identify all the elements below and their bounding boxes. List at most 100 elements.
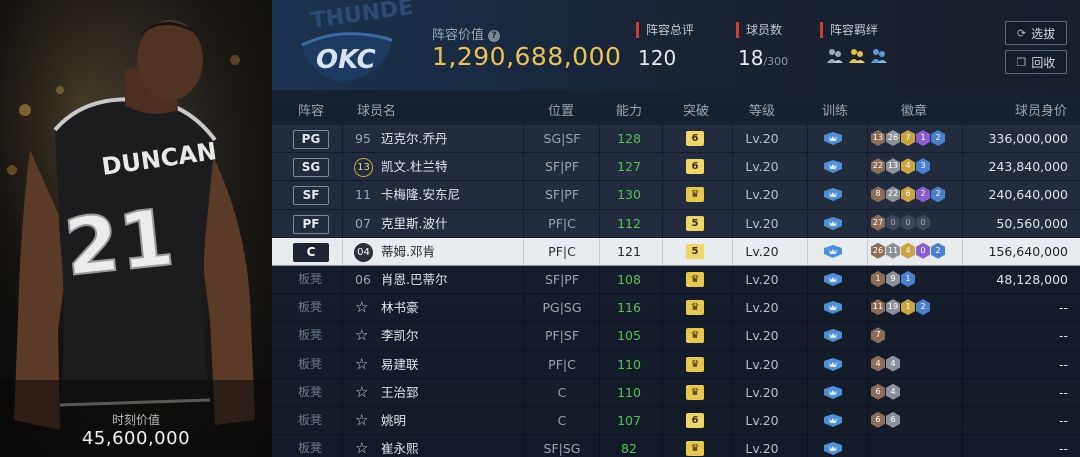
training-icon[interactable]	[823, 357, 843, 371]
table-row[interactable]: 板凳 ☆ 王治郅 C 110 ♛ Lv.20 6 4 --	[272, 378, 1080, 407]
player-name[interactable]: 姚明	[381, 407, 406, 434]
player-position: SG|SF	[543, 131, 581, 146]
training-icon[interactable]	[823, 216, 843, 230]
player-name[interactable]: 易建联	[381, 351, 419, 378]
col-level[interactable]: 等级	[749, 100, 775, 119]
player-name[interactable]: 蒂姆.邓肯	[381, 238, 435, 265]
breakout-level[interactable]: 6	[686, 131, 704, 146]
table-row[interactable]: 板凳 ☆ 崔永熙 SF|SG 82 ♛ Lv.20 --	[272, 435, 1080, 457]
breakout-level[interactable]: 5	[686, 243, 704, 259]
training-icon[interactable]	[823, 272, 843, 286]
table-row[interactable]: C 04 蒂姆.邓肯 PF|C 121 5 Lv.20 26 11 4 0 2 156,640,000	[272, 237, 1080, 266]
draft-button[interactable]: ⟳ 选拔	[1005, 21, 1067, 45]
col-badges[interactable]: 徽章	[901, 100, 927, 119]
column-divider	[732, 294, 733, 322]
badge-group[interactable]: 7	[871, 327, 885, 344]
table-row[interactable]: SG 13 凯文.杜兰特 SF|PF 127 6 Lv.20 22 13 4 3 243,840,00…	[272, 153, 1080, 182]
crown-icon[interactable]: ♛	[686, 356, 704, 372]
table-row[interactable]: SF 11 卡梅隆.安东尼 SF|PF 130 ♛ Lv.20 8 22 6 2 2 240,640,0…	[272, 181, 1080, 210]
jersey-number: 04	[354, 242, 373, 262]
crown-icon[interactable]: ♛	[686, 187, 704, 203]
player-name[interactable]: 王治郅	[381, 379, 419, 406]
player-name[interactable]: 李凯尔	[381, 322, 419, 349]
table-row[interactable]: 板凳 06 肖恩.巴蒂尔 SF|PF 108 ♛ Lv.20 1 9 1 48,128,000	[272, 265, 1080, 295]
training-icon[interactable]	[823, 413, 843, 427]
badge-icon: 22	[886, 186, 900, 203]
column-divider	[662, 209, 663, 237]
badge-icon: 2	[931, 186, 945, 203]
crown-icon[interactable]: ♛	[686, 300, 704, 316]
crown-icon[interactable]: ♛	[686, 441, 704, 457]
player-name[interactable]: 卡梅隆.安东尼	[381, 181, 460, 208]
lineup-slot[interactable]: SF	[293, 186, 329, 206]
team-logo: THUNDER OKC	[301, 0, 412, 82]
player-card[interactable]: DUNCAN 21 时刻价值 45,600,000	[0, 0, 272, 457]
training-icon[interactable]	[823, 385, 843, 399]
training-icon[interactable]	[823, 301, 843, 315]
badge-group[interactable]: 27 0 0 0	[871, 214, 930, 231]
col-name[interactable]: 球员名	[357, 100, 396, 119]
player-name[interactable]: 林书豪	[381, 294, 419, 321]
crown-icon[interactable]: ♛	[686, 328, 704, 344]
col-rating[interactable]: 能力	[616, 100, 642, 119]
players-block: 球员数 18/300	[736, 22, 788, 70]
player-name[interactable]: 肖恩.巴蒂尔	[381, 266, 447, 293]
player-name[interactable]: 克里斯.波什	[381, 210, 447, 237]
table-row[interactable]: 板凳 ☆ 姚明 C 107 6 Lv.20 6 6 --	[272, 406, 1080, 436]
breakout-level[interactable]: 5	[686, 215, 704, 231]
training-icon[interactable]	[823, 329, 843, 343]
player-worth: 336,000,000	[988, 131, 1068, 146]
badge-group[interactable]: 44	[871, 355, 900, 372]
col-breakout[interactable]: 突破	[683, 100, 709, 119]
help-icon[interactable]: ?	[488, 30, 501, 42]
table-row[interactable]: 板凳 ☆ 林书豪 PG|SG 116 ♛ Lv.20 11 19 1 2 --	[272, 294, 1080, 323]
badge-group[interactable]: 8 22 6 2 2	[871, 186, 945, 203]
table-row[interactable]: 板凳 ☆ 李凯尔 PF|SF 105 ♛ Lv.20 7 --	[272, 322, 1080, 351]
crown-icon[interactable]: ♛	[686, 271, 704, 287]
breakout-level[interactable]: 6	[686, 159, 704, 175]
col-worth[interactable]: 球员身价	[1015, 100, 1067, 119]
lineup-slot[interactable]: SG	[293, 158, 329, 178]
training-icon[interactable]	[823, 188, 843, 202]
training-icon[interactable]	[823, 132, 843, 145]
people-icon[interactable]	[826, 46, 844, 64]
lineup-slot[interactable]: C	[293, 242, 329, 262]
badge-group[interactable]: 191	[871, 270, 915, 287]
jersey-number: 06	[355, 271, 371, 287]
column-divider	[867, 322, 868, 350]
training-icon[interactable]	[823, 442, 843, 456]
lineup-slot[interactable]: PG	[293, 130, 329, 149]
table-row[interactable]: PG 95 迈克尔.乔丹 SG|SF 128 6 Lv.20 13 26 7 1 2 336,000,0…	[272, 125, 1080, 154]
lineup-slot: 板凳	[298, 384, 323, 399]
training-icon[interactable]	[823, 160, 843, 174]
player-name[interactable]: 凯文.杜兰特	[381, 153, 447, 180]
badge-group[interactable]: 26 11 4 0 2	[871, 242, 945, 259]
column-divider	[342, 153, 343, 181]
table-row[interactable]: 板凳 ☆ 易建联 PF|C 110 ♛ Lv.20 4 4 --	[272, 350, 1080, 379]
roster-value-label: 阵容价值?	[432, 24, 501, 43]
player-level: Lv.20	[745, 215, 779, 231]
player-name[interactable]: 迈克尔.乔丹	[381, 125, 447, 152]
people-icon[interactable]	[870, 46, 888, 64]
badge-group[interactable]: 13 26 7 1 2	[871, 130, 945, 146]
recycle-button[interactable]: ❐ 回收	[1005, 50, 1067, 74]
crown-icon[interactable]: ♛	[686, 384, 704, 400]
badge-group[interactable]: 64	[871, 383, 900, 400]
column-divider	[962, 265, 963, 293]
lineup-slot[interactable]: PF	[293, 214, 329, 234]
people-icon[interactable]	[848, 46, 866, 64]
badge-group[interactable]: 11 19 1 2	[871, 299, 930, 316]
player-name[interactable]: 崔永熙	[381, 435, 419, 457]
col-training[interactable]: 训练	[822, 100, 848, 119]
column-divider	[807, 435, 808, 457]
chemistry-icons[interactable]	[820, 46, 888, 64]
training-icon[interactable]	[823, 244, 843, 258]
breakout-level[interactable]: 6	[686, 412, 704, 428]
col-position[interactable]: 位置	[548, 100, 574, 119]
player-level: Lv.20	[745, 356, 779, 372]
table-row[interactable]: PF 07 克里斯.波什 PF|C 112 5 Lv.20 27 0 0 0 50,560,000	[272, 209, 1080, 238]
badge-group[interactable]: 66	[871, 411, 900, 428]
badge-group[interactable]: 22 13 4 3	[871, 158, 930, 175]
roster-panel: THUNDER OKC 阵容价值? 1,290,688,000 阵容总评 120…	[272, 0, 1080, 457]
col-lineup[interactable]: 阵容	[298, 100, 324, 119]
